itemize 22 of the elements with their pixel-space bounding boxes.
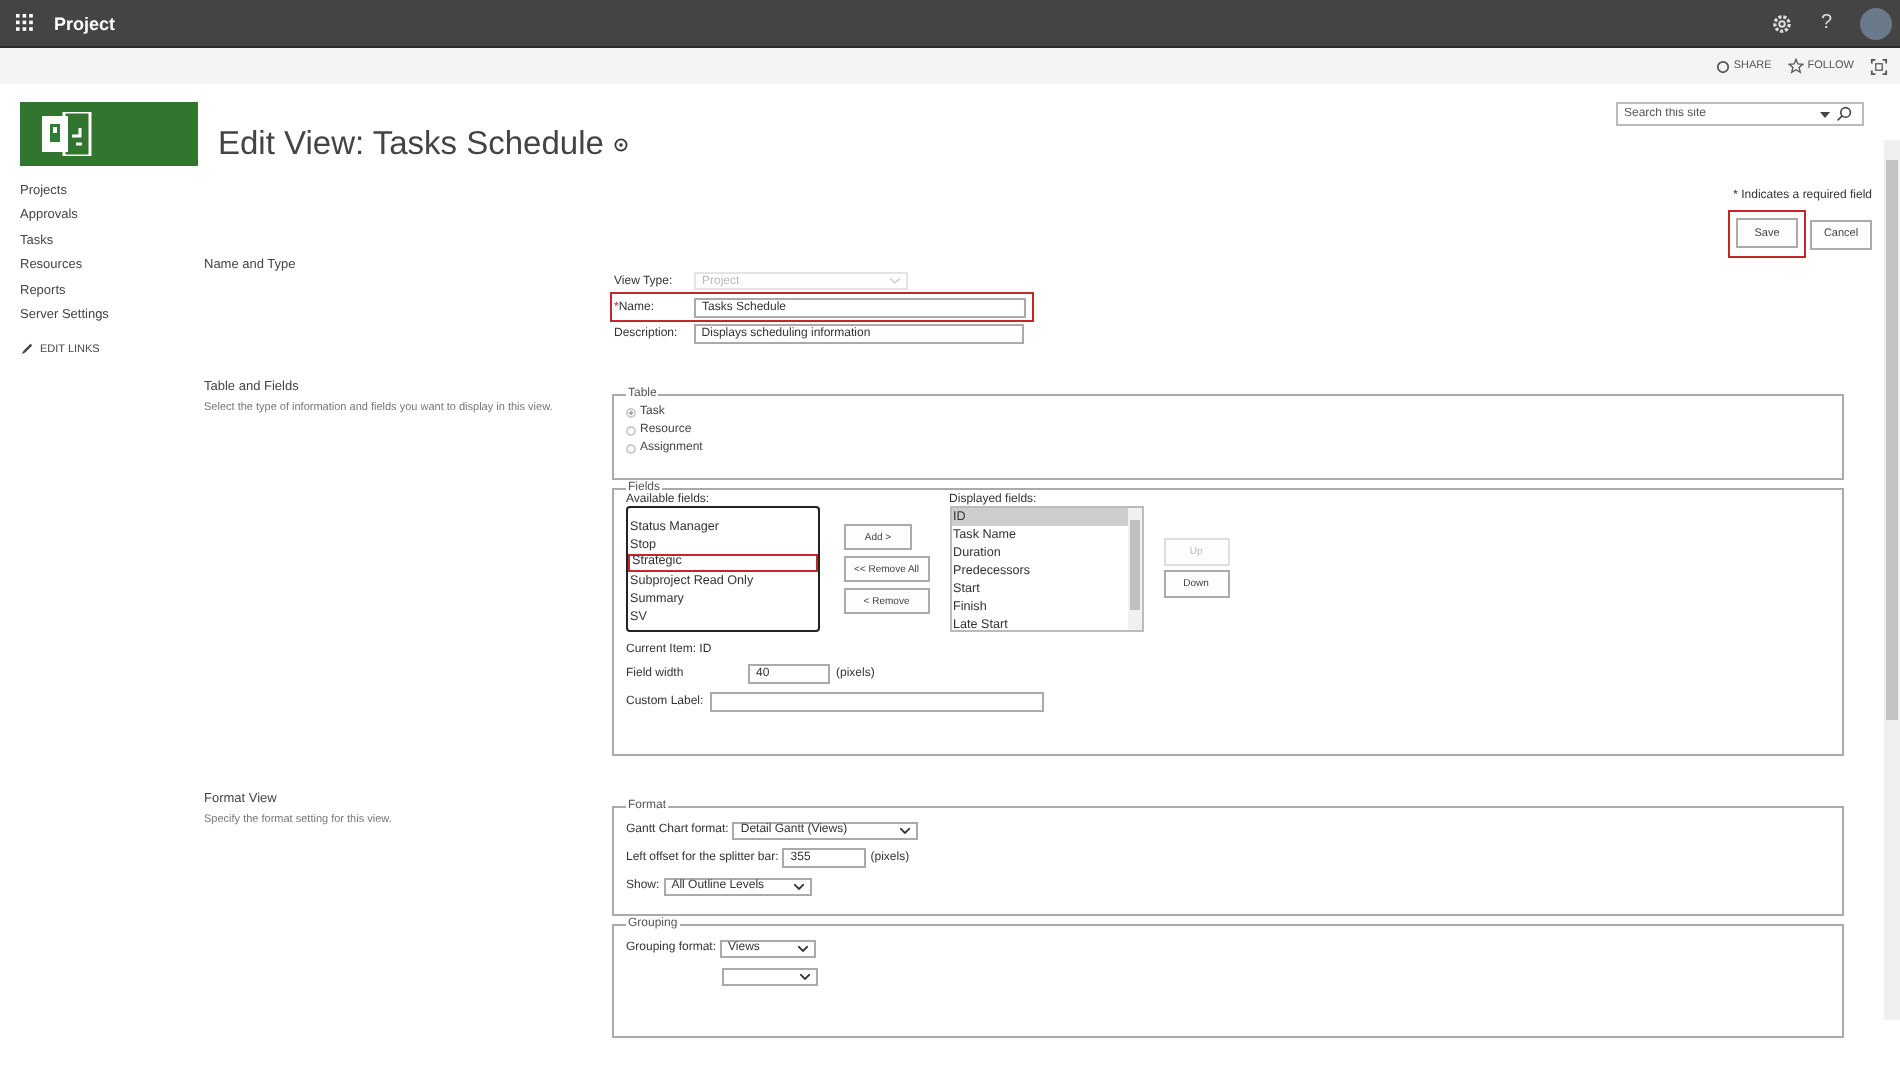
logo-tile[interactable]	[20, 102, 198, 166]
pencil-icon	[20, 342, 34, 357]
app-launcher-icon[interactable]	[16, 14, 34, 32]
search-icon[interactable]	[1836, 106, 1852, 122]
app-name[interactable]: Project	[54, 13, 116, 33]
page-scrollbar[interactable]	[1884, 140, 1900, 1020]
custom-label-input[interactable]	[709, 692, 1044, 712]
info-icon[interactable]	[613, 138, 628, 152]
app-logo-icon	[42, 112, 94, 156]
chevron-icon	[890, 278, 900, 284]
chevron-icon	[900, 827, 911, 833]
share-icon	[1715, 59, 1730, 73]
settings-icon[interactable]	[1772, 13, 1793, 33]
chevron-icon	[798, 945, 809, 951]
focus-mode-icon[interactable]	[1870, 57, 1888, 75]
scrollbar[interactable]	[1127, 508, 1142, 630]
star-icon	[1787, 58, 1804, 74]
chevron-icon	[800, 973, 810, 979]
caret-icon[interactable]	[1820, 111, 1830, 117]
help-icon[interactable]: ?	[1820, 12, 1832, 34]
chevron-icon	[793, 883, 804, 889]
page-title: Edit View: Tasks Schedule	[218, 126, 628, 164]
